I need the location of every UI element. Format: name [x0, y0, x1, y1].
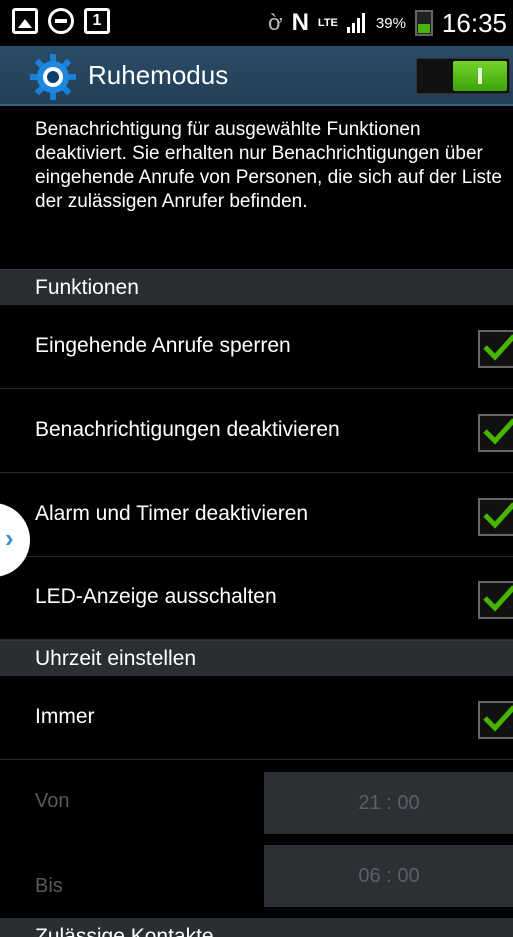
function-row-led-off[interactable]: LED-Anzeige ausschalten: [0, 557, 513, 640]
lte-icon: LTE: [317, 16, 338, 29]
to-time-field[interactable]: 06 : 00: [264, 845, 513, 907]
checkmark-icon: [483, 585, 513, 612]
checkmark-icon: [483, 334, 513, 361]
toggle-knob[interactable]: [453, 61, 507, 91]
status-bar: 1 ờ N LTE 39% 16:35: [0, 0, 513, 46]
from-time-row: Von 21 : 00: [0, 760, 513, 847]
row-label: Immer: [35, 705, 95, 728]
chevron-right-icon: ›: [5, 523, 14, 553]
signal-icon: [346, 13, 367, 33]
battery-icon: [414, 10, 433, 36]
to-label: Bis: [35, 875, 63, 897]
checkbox[interactable]: [478, 414, 513, 452]
row-label: LED-Anzeige ausschalten: [35, 585, 277, 608]
from-time-field[interactable]: 21 : 00: [264, 772, 513, 834]
checkbox[interactable]: [478, 581, 513, 619]
section-title: Uhrzeit einstellen: [35, 647, 197, 670]
settings-gear-icon[interactable]: [30, 54, 76, 100]
battery-percent: 39%: [375, 14, 406, 32]
section-title: Zulässige Kontakte: [35, 925, 214, 937]
picture-icon: [12, 8, 38, 34]
function-row-disable-notifications[interactable]: Benachrichtigungen deaktivieren: [0, 390, 513, 473]
quiet-mode-toggle[interactable]: [416, 58, 510, 94]
row-label: Benachrichtigungen deaktivieren: [35, 418, 340, 441]
always-row[interactable]: Immer: [0, 677, 513, 760]
nfc-icon: N: [291, 9, 309, 36]
checkbox[interactable]: [478, 701, 513, 739]
checkbox[interactable]: [478, 330, 513, 368]
calendar-icon: 1: [84, 8, 110, 34]
minus-circle-icon: [48, 8, 74, 34]
checkmark-icon: [483, 418, 513, 445]
function-row-disable-alarm[interactable]: Alarm und Timer deaktivieren: [0, 474, 513, 557]
action-bar: Ruhemodus: [0, 46, 513, 106]
function-row-block-calls[interactable]: Eingehende Anrufe sperren: [0, 306, 513, 389]
section-header-kontakte: Zulässige Kontakte: [0, 918, 513, 937]
section-header-uhrzeit: Uhrzeit einstellen: [0, 640, 513, 676]
row-label: Alarm und Timer deaktivieren: [35, 502, 309, 525]
page-title: Ruhemodus: [88, 60, 229, 90]
checkmark-icon: [483, 705, 513, 732]
row-label: Eingehende Anrufe sperren: [35, 334, 291, 357]
status-time: 16:35: [441, 7, 507, 38]
eye-icon: ờ: [268, 10, 283, 35]
description-text: Benachrichtigung für ausgewählte Funktio…: [35, 119, 502, 212]
checkbox[interactable]: [478, 498, 513, 536]
section-title: Funktionen: [35, 276, 139, 299]
calendar-day: 1: [92, 12, 102, 29]
from-label: Von: [35, 790, 70, 812]
checkmark-icon: [483, 502, 513, 529]
section-header-funktionen: Funktionen: [0, 269, 513, 305]
